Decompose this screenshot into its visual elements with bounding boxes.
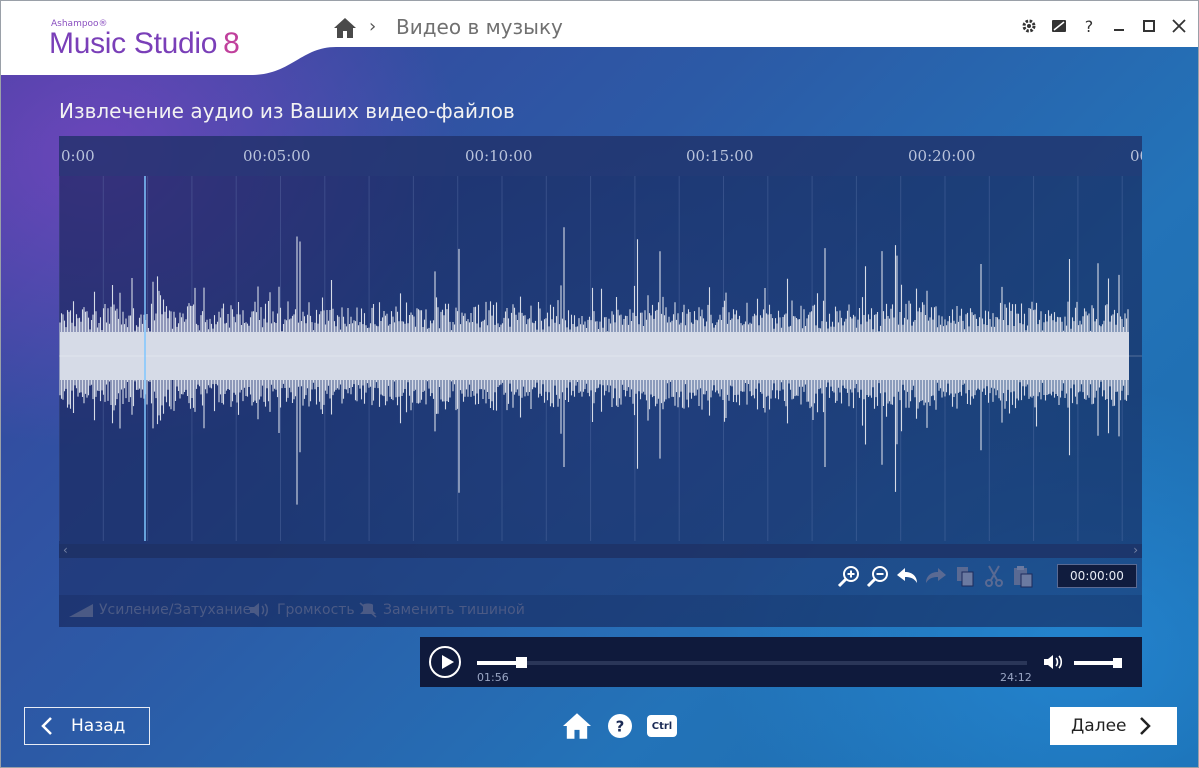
logo-name: Music Studio 8 <box>49 27 240 61</box>
chevron-left-icon <box>41 717 52 735</box>
redo-icon[interactable] <box>924 563 948 589</box>
app-window: Ashampoo® Music Studio 8 › Видео в музыку… <box>0 0 1199 768</box>
volume-handle[interactable] <box>1113 658 1123 668</box>
effects-toolbar: Усиление/Затухание Громкость Заменить ти… <box>59 595 1142 627</box>
page-title: Видео в музыку <box>396 15 563 39</box>
undo-icon[interactable] <box>895 563 919 589</box>
silence-effect-label: Заменить тишиной <box>383 602 525 618</box>
fade-effect-button[interactable]: Усиление/Затухание <box>69 602 251 618</box>
window-controls: ? <box>1020 17 1188 36</box>
home-bottom-icon[interactable] <box>561 712 593 740</box>
home-icon[interactable] <box>333 17 357 39</box>
cut-icon[interactable] <box>982 563 1006 589</box>
fade-effect-label: Усиление/Затухание <box>99 602 252 618</box>
current-time: 01:56 <box>477 671 509 684</box>
volume-level <box>1074 661 1118 665</box>
help-circle-icon[interactable]: ? <box>607 713 633 739</box>
close-icon[interactable] <box>1170 17 1188 35</box>
horizontal-scrollbar[interactable]: ‹ › <box>59 543 1142 558</box>
minimize-icon[interactable] <box>1110 17 1128 35</box>
next-button[interactable]: Далее <box>1050 707 1177 745</box>
bottom-toolbar: ? Ctrl <box>561 712 677 740</box>
settings-gear-icon[interactable] <box>1020 17 1038 35</box>
skin-icon[interactable] <box>1050 17 1068 35</box>
chevron-right-icon <box>1140 717 1152 735</box>
waveform-panel[interactable]: 0:00 00:05:00 00:10:00 00:15:00 00:20:00… <box>59 136 1142 558</box>
timeline-tick-label: 0:00 <box>61 147 95 165</box>
timeline-tick-label: 00:10:00 <box>465 147 533 165</box>
edit-toolbar: 00:00:00 <box>59 558 1142 595</box>
audio-waveform[interactable] <box>59 176 1142 541</box>
speaker-icon <box>250 603 268 617</box>
timeline-tick-label: 00:15:00 <box>686 147 754 165</box>
keyboard-shortcuts-icon[interactable]: Ctrl <box>647 715 677 737</box>
mute-icon <box>359 602 377 618</box>
next-button-label: Далее <box>1071 716 1127 736</box>
timeline-tick-label: 00:05:00 <box>243 147 311 165</box>
timeline-tick-label: 00 <box>1130 147 1142 165</box>
timeline-tick-label: 00:20:00 <box>908 147 976 165</box>
seek-progress <box>477 661 521 665</box>
silence-effect-button[interactable]: Заменить тишиной <box>359 602 525 618</box>
position-time-field[interactable]: 00:00:00 <box>1057 564 1137 588</box>
back-button[interactable]: Назад <box>24 707 150 745</box>
breadcrumb-separator-icon: › <box>369 16 377 37</box>
volume-effect-button[interactable]: Громкость <box>249 602 355 618</box>
seek-handle[interactable] <box>516 657 527 668</box>
paste-icon[interactable] <box>1011 563 1035 589</box>
svg-text:?: ? <box>616 718 625 736</box>
scroll-left-icon[interactable]: ‹ <box>63 543 68 557</box>
zoom-in-icon[interactable] <box>837 563 861 589</box>
seek-slider[interactable] <box>477 657 1027 668</box>
media-player: 01:56 24:12 <box>420 637 1142 687</box>
volume-effect-label: Громкость <box>277 602 355 618</box>
scroll-right-icon[interactable]: › <box>1133 543 1138 557</box>
section-title: Извлечение аудио из Ваших видео-файлов <box>59 99 515 123</box>
help-icon[interactable]: ? <box>1080 17 1098 36</box>
maximize-icon[interactable] <box>1140 17 1158 35</box>
logo-version: 8 <box>223 27 240 60</box>
play-button[interactable] <box>429 646 461 678</box>
zoom-out-icon[interactable] <box>866 563 890 589</box>
volume-slider[interactable] <box>1074 658 1123 668</box>
logo-app-name: Music Studio <box>49 27 218 60</box>
timeline-ruler[interactable]: 0:00 00:05:00 00:10:00 00:15:00 00:20:00… <box>59 136 1142 176</box>
edit-tools <box>837 563 1035 589</box>
fade-icon <box>69 604 93 617</box>
volume-icon[interactable] <box>1043 653 1065 671</box>
back-button-label: Назад <box>71 716 126 736</box>
copy-icon[interactable] <box>953 563 977 589</box>
total-time: 24:12 <box>1000 671 1032 684</box>
